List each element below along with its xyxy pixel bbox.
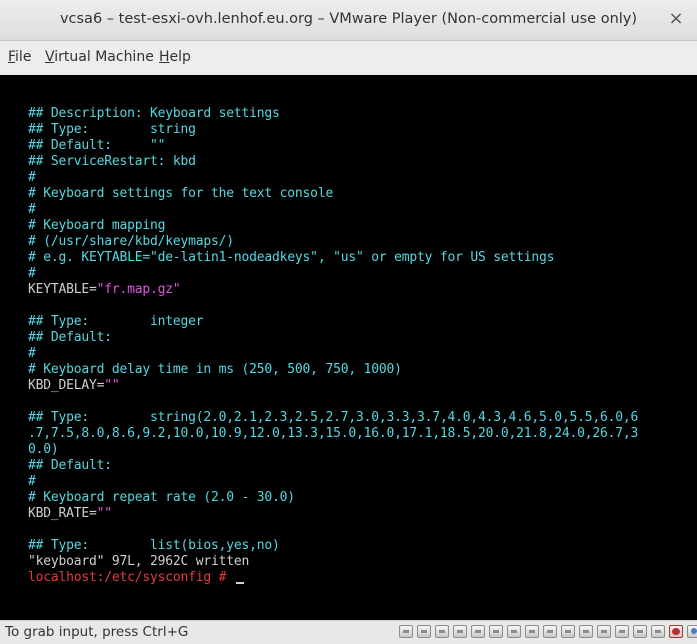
console-text: ## ServiceRestart: kbd bbox=[28, 154, 196, 169]
sound-icon[interactable] bbox=[633, 625, 647, 638]
printer-icon[interactable] bbox=[651, 625, 665, 638]
console-text: # bbox=[28, 474, 36, 489]
menu-help[interactable]: Help bbox=[159, 49, 191, 65]
status-bar: To grab input, press Ctrl+G bbox=[0, 620, 697, 644]
console-line: # Keyboard repeat rate (2.0 - 30.0) bbox=[28, 490, 295, 506]
console-text: localhost:/etc/sysconfig # bbox=[28, 570, 234, 585]
network-icon[interactable] bbox=[597, 625, 611, 638]
window-title: vcsa6 – test-esxi-ovh.lenhof.eu.org – VM… bbox=[59, 11, 638, 27]
hard-disk-icon[interactable] bbox=[399, 625, 413, 638]
console-line: "keyboard" 97L, 2962C written bbox=[28, 554, 249, 570]
console-text: "" bbox=[104, 378, 120, 393]
console-text: # Keyboard mapping bbox=[28, 218, 166, 233]
console-text: # bbox=[28, 170, 36, 185]
console-line: KEYTABLE="fr.map.gz" bbox=[28, 282, 181, 298]
console-text: ## Type: string bbox=[28, 122, 196, 137]
hard-disk-icon[interactable] bbox=[453, 625, 467, 638]
window-titlebar: vcsa6 – test-esxi-ovh.lenhof.eu.org – VM… bbox=[0, 0, 697, 41]
console-line: # bbox=[28, 202, 36, 218]
console-text: # Keyboard delay time in ms (250, 500, 7… bbox=[28, 362, 402, 377]
console-line: # Keyboard mapping bbox=[28, 218, 165, 234]
console-line: KBD_DELAY="" bbox=[28, 378, 120, 394]
console-line: # bbox=[28, 346, 36, 362]
camera-icon[interactable] bbox=[687, 625, 697, 638]
console-line: # Keyboard delay time in ms (250, 500, 7… bbox=[28, 362, 402, 378]
console-text: ## Description: Keyboard settings bbox=[28, 106, 280, 121]
console-line: KBD_RATE="" bbox=[28, 506, 112, 522]
console-text: 0.0) bbox=[28, 442, 59, 457]
console-line: ## Default: bbox=[28, 458, 112, 474]
hard-disk-icon[interactable] bbox=[561, 625, 575, 638]
console-text: ## Default: "" bbox=[28, 138, 166, 153]
console-line: ## Type: integer bbox=[28, 314, 204, 330]
close-icon[interactable]: × bbox=[665, 8, 687, 30]
console-line: ## Type: string bbox=[28, 122, 196, 138]
console-text: # Keyboard repeat rate (2.0 - 30.0) bbox=[28, 490, 295, 505]
console-text: KBD_DELAY= bbox=[28, 378, 105, 393]
hard-disk-icon[interactable] bbox=[543, 625, 557, 638]
hard-disk-icon[interactable] bbox=[489, 625, 503, 638]
console-line: ## Type: list(bios,yes,no) bbox=[28, 538, 280, 554]
console-text: ## Type: list(bios,yes,no) bbox=[28, 538, 280, 553]
hard-disk-icon[interactable] bbox=[507, 625, 521, 638]
menu-bar: File Virtual Machine Help bbox=[0, 41, 697, 74]
console-text: KEYTABLE= bbox=[28, 282, 97, 297]
console-text: ## Default: bbox=[28, 330, 112, 345]
console-line: # bbox=[28, 170, 36, 186]
console-text: ## Type: integer bbox=[28, 314, 204, 329]
console-text: ## Type: string(2.0,2.1,2.3,2.5,2.7,3.0,… bbox=[28, 410, 639, 425]
console-line: # bbox=[28, 266, 36, 282]
text-cursor bbox=[235, 582, 244, 584]
hard-disk-icon[interactable] bbox=[471, 625, 485, 638]
console-line: .7,7.5,8.0,8.6,9.2,10.0,10.9,12.0,13.3,1… bbox=[28, 426, 638, 442]
console-line: # (/usr/share/kbd/keymaps/) bbox=[28, 234, 234, 250]
usb-icon[interactable] bbox=[615, 625, 629, 638]
console-line: localhost:/etc/sysconfig # bbox=[28, 570, 244, 586]
hard-disk-icon[interactable] bbox=[417, 625, 431, 638]
menu-virtual-machine[interactable]: Virtual Machine bbox=[45, 49, 154, 65]
hard-disk-icon[interactable] bbox=[435, 625, 449, 638]
console-line: ## Default: bbox=[28, 330, 112, 346]
console-text: "keyboard" 97L, 2962C written bbox=[28, 554, 250, 569]
console-line: # bbox=[28, 474, 36, 490]
cd-drive-icon[interactable] bbox=[579, 625, 593, 638]
console-line: ## ServiceRestart: kbd bbox=[28, 154, 196, 170]
console-line: # e.g. KEYTABLE="de-latin1-nodeadkeys", … bbox=[28, 250, 554, 266]
console-line: ## Default: "" bbox=[28, 138, 165, 154]
console-line: ## Type: string(2.0,2.1,2.3,2.5,2.7,3.0,… bbox=[28, 410, 638, 426]
console-text: "fr.map.gz" bbox=[96, 282, 181, 297]
console-line: ## Description: Keyboard settings bbox=[28, 106, 280, 122]
console-text: # e.g. KEYTABLE="de-latin1-nodeadkeys", … bbox=[28, 250, 555, 265]
console-text: # bbox=[28, 202, 36, 217]
status-message: To grab input, press Ctrl+G bbox=[5, 624, 189, 640]
console-line: # Keyboard settings for the text console bbox=[28, 186, 333, 202]
record-icon[interactable] bbox=[669, 625, 683, 638]
console-text: ## Default: bbox=[28, 458, 112, 473]
console-text: .7,7.5,8.0,8.6,9.2,10.0,10.9,12.0,13.3,1… bbox=[28, 426, 639, 441]
console-line: 0.0) bbox=[28, 442, 59, 458]
vm-console-screen[interactable]: ## Description: Keyboard settings ## Type… bbox=[0, 75, 697, 620]
console-text: # bbox=[28, 346, 36, 361]
console-text: # bbox=[28, 266, 36, 281]
console-text: "" bbox=[96, 506, 112, 521]
hard-disk-icon[interactable] bbox=[525, 625, 539, 638]
console-text: # Keyboard settings for the text console bbox=[28, 186, 334, 201]
console-text: KBD_RATE= bbox=[28, 506, 97, 521]
console-text: # (/usr/share/kbd/keymaps/) bbox=[28, 234, 234, 249]
menu-file[interactable]: File bbox=[8, 49, 31, 65]
